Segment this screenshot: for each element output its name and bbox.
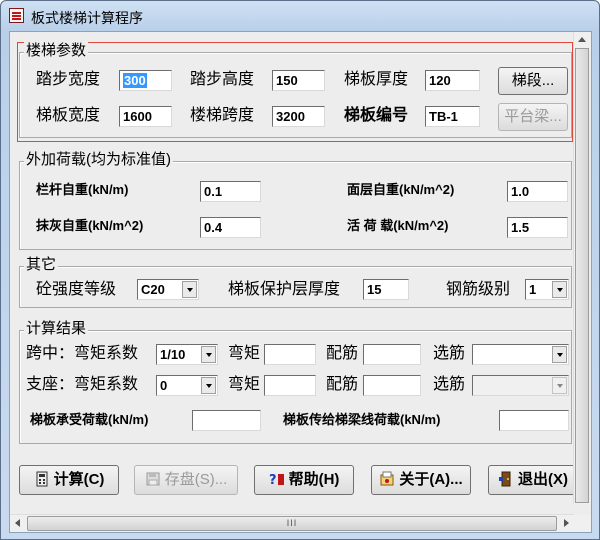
- calculate-button[interactable]: 计算(C): [19, 465, 119, 495]
- concrete-value: C20: [141, 282, 165, 297]
- scroll-corner: [574, 515, 591, 532]
- save-icon: [146, 472, 160, 486]
- main-window: 板式楼梯计算程序 楼梯参数 踏步宽度 300 踏步高度 150 梯板厚度 120…: [0, 0, 600, 540]
- midspan-coef-select[interactable]: 1/10: [156, 344, 218, 365]
- vertical-scroll-thumb[interactable]: [575, 48, 589, 503]
- tread-width-input[interactable]: 300: [119, 70, 172, 91]
- window-title: 板式楼梯计算程序: [31, 10, 143, 26]
- calculator-icon: [36, 471, 48, 487]
- about-label: 关于(A)...: [399, 471, 463, 488]
- dialog-client: 楼梯参数 踏步宽度 300 踏步高度 150 梯板厚度 120 梯段... 梯板…: [9, 31, 592, 533]
- title-bar: 板式楼梯计算程序: [1, 1, 599, 31]
- landing-beam-button[interactable]: 平台梁...: [498, 103, 568, 131]
- save-button[interactable]: 存盘(S)...: [134, 465, 238, 495]
- span-input[interactable]: 3200: [272, 106, 325, 127]
- chevron-down-icon[interactable]: [182, 281, 197, 298]
- midspan-reinf-label: 配筋: [326, 345, 359, 362]
- vertical-scrollbar[interactable]: [573, 32, 591, 504]
- support-rebar-select[interactable]: [472, 375, 569, 396]
- rebar-grade-value: 1: [529, 282, 537, 297]
- exit-button[interactable]: 退出(X): [488, 465, 578, 495]
- slab-id-label: 梯板编号: [344, 107, 409, 124]
- slab-thickness-input[interactable]: 120: [425, 70, 480, 91]
- cover-input[interactable]: 15: [363, 279, 409, 300]
- help-icon: ?: [269, 473, 284, 487]
- slab-width-input[interactable]: 1600: [119, 106, 172, 127]
- midspan-moment-output: [264, 344, 316, 365]
- scroll-left-icon[interactable]: [15, 519, 20, 527]
- horizontal-scroll-thumb[interactable]: III: [27, 516, 557, 531]
- support-reinf-output: [363, 375, 421, 396]
- midspan-reinf-output: [363, 344, 421, 365]
- other-legend: 其它: [24, 256, 59, 274]
- cover-label: 梯板保护层厚度: [228, 281, 341, 298]
- support-moment-output: [264, 375, 316, 396]
- concrete-select[interactable]: C20: [137, 279, 199, 300]
- slab-thickness-label: 梯板厚度: [344, 71, 409, 88]
- segment-button[interactable]: 梯段...: [498, 67, 568, 95]
- slab-id-input[interactable]: TB-1: [425, 106, 480, 127]
- about-icon: [380, 471, 394, 486]
- chevron-down-icon[interactable]: [552, 377, 567, 394]
- slab-load-label: 梯板承受荷载(kN/m): [30, 412, 149, 427]
- scroll-right-icon[interactable]: [564, 519, 569, 527]
- beam-load-output: [499, 410, 569, 431]
- concrete-label: 砼强度等级: [36, 281, 117, 298]
- help-label: 帮助(H): [288, 471, 340, 488]
- midspan-label: 跨中：弯矩系数: [26, 345, 139, 362]
- save-label: 存盘(S)...: [164, 471, 228, 488]
- slab-width-label: 梯板宽度: [36, 107, 101, 124]
- horizontal-scrollbar[interactable]: III: [10, 514, 574, 532]
- help-button[interactable]: ? 帮助(H): [254, 465, 354, 495]
- beam-load-label: 梯板传给梯梁线荷载(kN/m): [283, 412, 441, 427]
- slab-load-output: [192, 410, 261, 431]
- rebar-grade-select[interactable]: 1: [525, 279, 569, 300]
- tread-height-input[interactable]: 150: [272, 70, 325, 91]
- railing-label: 栏杆自重(kN/m): [36, 182, 129, 197]
- plaster-label: 抹灰自重(kN/m^2): [36, 218, 144, 233]
- support-reinf-label: 配筋: [326, 376, 359, 393]
- exit-label: 退出(X): [518, 471, 568, 488]
- rebar-grade-label: 钢筋级别: [446, 281, 511, 298]
- live-load-label: 活 荷 载(kN/m^2): [347, 218, 449, 233]
- loads-group: [19, 161, 572, 250]
- support-coef-select[interactable]: 0: [156, 375, 218, 396]
- chevron-down-icon[interactable]: [552, 281, 567, 298]
- tread-height-label: 踏步高度: [190, 71, 255, 88]
- chevron-down-icon[interactable]: [201, 346, 216, 363]
- plaster-input[interactable]: 0.4: [200, 217, 261, 238]
- midspan-select-label: 选筋: [433, 345, 466, 362]
- chevron-down-icon[interactable]: [552, 346, 567, 363]
- chevron-down-icon[interactable]: [201, 377, 216, 394]
- about-button[interactable]: 关于(A)...: [371, 465, 471, 495]
- calculate-label: 计算(C): [53, 471, 105, 488]
- results-legend: 计算结果: [24, 320, 89, 338]
- support-label: 支座：弯矩系数: [26, 376, 139, 393]
- tread-width-label: 踏步宽度: [36, 71, 101, 88]
- support-moment-label: 弯矩: [228, 376, 261, 393]
- surface-label: 面层自重(kN/m^2): [347, 182, 455, 197]
- midspan-rebar-select[interactable]: [472, 344, 569, 365]
- loads-legend: 外加荷载(均为标准值): [24, 151, 173, 169]
- surface-input[interactable]: 1.0: [507, 181, 568, 202]
- support-select-label: 选筋: [433, 376, 466, 393]
- app-icon: [9, 8, 24, 23]
- svg-text:?: ?: [269, 473, 277, 487]
- exit-door-icon: [499, 471, 511, 487]
- scroll-up-icon[interactable]: [578, 37, 586, 42]
- midspan-coef-value: 1/10: [160, 347, 186, 362]
- stair-params-legend: 楼梯参数: [24, 42, 89, 60]
- live-load-input[interactable]: 1.5: [507, 217, 568, 238]
- support-coef-value: 0: [160, 378, 168, 393]
- railing-input[interactable]: 0.1: [200, 181, 261, 202]
- span-label: 楼梯跨度: [190, 107, 255, 124]
- midspan-moment-label: 弯矩: [228, 345, 261, 362]
